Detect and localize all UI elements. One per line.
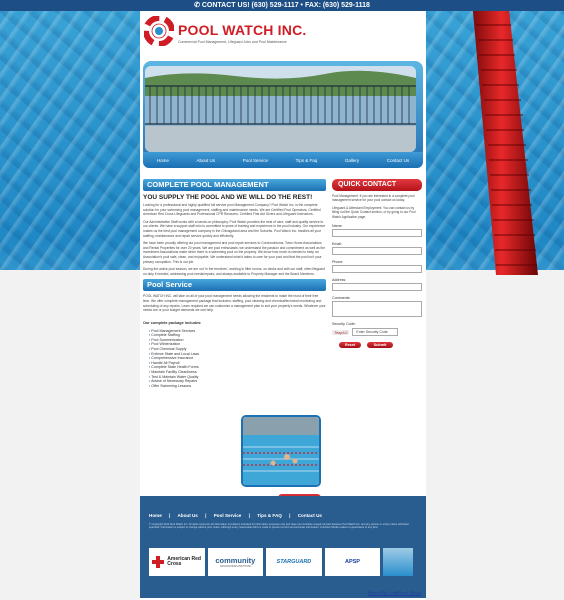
footer-copyright: © Copyright 2012 Pool Watch Inc. All rig… xyxy=(149,523,409,530)
intro-paragraph-3: We have been proudly offering our pool m… xyxy=(143,241,326,264)
quick-contact-jobs: Lifeguard & Attendant Employment: You ca… xyxy=(332,205,416,219)
hero-pool-fence-image xyxy=(145,66,416,152)
nav-tips-faq[interactable]: Tips & Faq xyxy=(296,158,318,163)
submit-button[interactable]: Submit xyxy=(367,342,393,349)
quick-contact-panel: QUICK CONTACT Pool Management. If you ar… xyxy=(332,179,422,349)
list-item: Offer Swimming Lessons xyxy=(149,384,326,389)
nav-pool-service[interactable]: Pool Service xyxy=(243,158,268,163)
comments-field[interactable] xyxy=(332,301,422,318)
hosted-by-link[interactable]: Hosted By: LinkNow! Media xyxy=(368,590,421,595)
footer-separator: | xyxy=(248,513,250,518)
footer-link-tips-faq[interactable]: Tips & FAQ xyxy=(257,513,282,518)
comments-label: Comments: xyxy=(332,296,351,301)
service-paragraph: POOL WATCH INC. will take on all of your… xyxy=(143,294,326,313)
email-field[interactable] xyxy=(332,247,422,256)
footer-link-home[interactable]: Home xyxy=(149,513,162,518)
footer: Home | About Us | Pool Service | Tips & … xyxy=(140,496,426,598)
indoor-pool-photo xyxy=(241,415,321,487)
brand-title[interactable]: POOL WATCH INC. xyxy=(178,22,306,38)
intro-paragraph-2: Our Administrative Staff works with a ha… xyxy=(143,219,326,238)
footer-link-contact-us[interactable]: Contact Us xyxy=(298,513,322,518)
address-field[interactable] xyxy=(332,283,422,292)
red-cross-icon xyxy=(152,556,165,568)
footer-link-pool-service[interactable]: Pool Service xyxy=(214,513,242,518)
form-buttons: Reset Submit xyxy=(339,342,422,349)
address-label: Address: xyxy=(332,278,347,283)
name-label: Name: xyxy=(332,224,343,229)
footer-separator: | xyxy=(289,513,291,518)
partner-apsp[interactable]: APSP xyxy=(324,548,381,576)
quick-contact-intro: Pool Management. If you are interested i… xyxy=(332,194,415,203)
page-container: POOL WATCH INC. Commercial Pool Manageme… xyxy=(140,11,426,600)
nav-home[interactable]: Home xyxy=(157,158,169,163)
footer-separator: | xyxy=(169,513,171,518)
package-title: Our complete package includes: xyxy=(143,320,202,325)
section-banner-pool-service: Pool Service xyxy=(143,279,326,292)
footer-link-about-us[interactable]: About Us xyxy=(177,513,197,518)
phone-field[interactable] xyxy=(332,265,422,274)
section-banner-management: COMPLETE POOL MANAGEMENT xyxy=(143,179,326,191)
lane-rope-image xyxy=(472,0,538,275)
main-nav: Home About Us Pool Service Tips & Faq Ga… xyxy=(143,152,423,168)
partner-logos: American Red Cross community ASSOCIATION… xyxy=(149,548,414,578)
package-list: Pool Management Services Complete Staffi… xyxy=(143,329,326,389)
phone-label: Phone: xyxy=(332,260,344,265)
intro-paragraph-4: During the active pool season, we are ou… xyxy=(143,267,326,276)
intro-paragraph-1: Looking for a professional and highly qu… xyxy=(143,203,321,217)
footer-nav: Home | About Us | Pool Service | Tips & … xyxy=(149,513,328,518)
section-subhead: YOU SUPPLY THE POOL AND WE WILL DO THE R… xyxy=(143,194,313,201)
nav-contact-us[interactable]: Contact Us xyxy=(387,158,409,163)
contact-topbar: ✆ CONTACT US! (630) 529-1117 • FAX: (630… xyxy=(0,0,564,11)
footer-separator: | xyxy=(205,513,207,518)
captcha-image: TeapVJ xyxy=(332,329,350,335)
main-content: COMPLETE POOL MANAGEMENT YOU SUPPLY THE … xyxy=(143,179,326,502)
brand-tagline: Commercial Pool Management, Lifeguard Jo… xyxy=(178,40,287,44)
name-field[interactable] xyxy=(332,229,422,238)
nav-gallery[interactable]: Gallery xyxy=(345,158,359,163)
reset-button[interactable]: Reset xyxy=(339,342,361,349)
nav-about-us[interactable]: About Us xyxy=(197,158,216,163)
security-row: TeapVJ Enter Security Code xyxy=(332,328,422,337)
partner-red-cross[interactable]: American Red Cross xyxy=(149,548,205,576)
security-code-input[interactable]: Enter Security Code xyxy=(352,328,399,337)
partner-community-associations[interactable]: community ASSOCIATIONS INSTITUTE xyxy=(207,548,264,576)
partner-starguard[interactable]: STARGUARD xyxy=(266,548,322,576)
security-code-label: Security Code: xyxy=(332,322,356,327)
lifebuoy-logo-icon[interactable] xyxy=(144,16,174,46)
header: POOL WATCH INC. Commercial Pool Manageme… xyxy=(140,11,426,61)
quick-contact-title: QUICK CONTACT xyxy=(332,179,422,191)
partner-pool-photo[interactable] xyxy=(383,548,414,576)
email-label: Email: xyxy=(332,242,342,247)
